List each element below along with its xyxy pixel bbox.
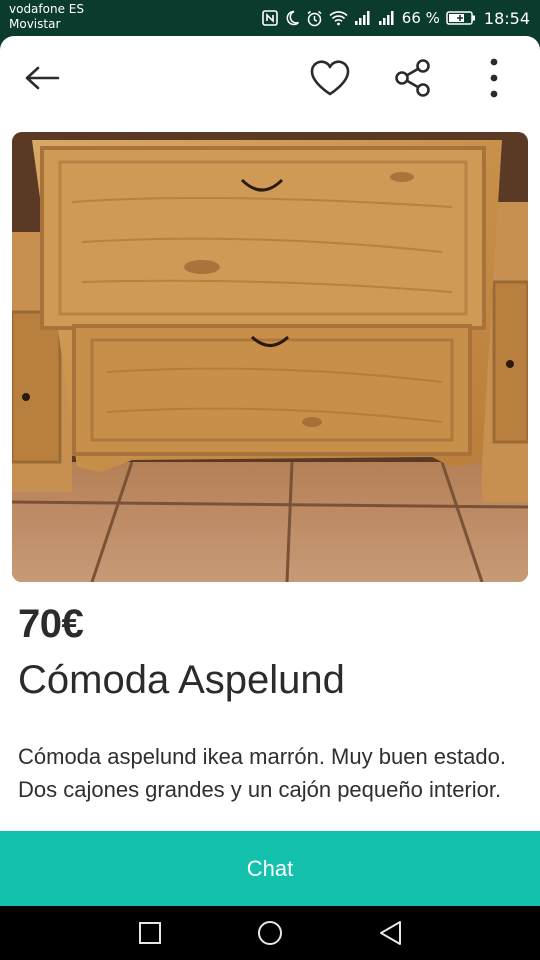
carrier-labels: vodafone ES Movistar (9, 2, 84, 32)
recents-square-icon (139, 922, 161, 944)
back-triangle-icon (380, 921, 401, 945)
product-photo[interactable] (12, 132, 528, 582)
listing-title: Cómoda Aspelund (18, 658, 345, 702)
alarm-icon (306, 10, 323, 27)
home-button[interactable] (255, 918, 285, 948)
listing-price: 70€ (18, 602, 84, 646)
chat-button[interactable]: Chat (0, 831, 540, 906)
battery-percent: 66 % (401, 9, 440, 27)
signal-icon (354, 10, 372, 26)
listing-description: Cómoda aspelund ikea marrón. Muy buen es… (18, 744, 506, 802)
system-back-button[interactable] (375, 918, 405, 948)
toolbar (0, 36, 540, 120)
wifi-icon (329, 10, 348, 26)
carrier-secondary: Movistar (9, 17, 61, 31)
share-icon (395, 59, 430, 97)
share-button[interactable] (391, 56, 435, 100)
more-vert-icon (490, 58, 498, 98)
back-arrow-icon (25, 66, 60, 90)
nfc-icon (261, 10, 278, 26)
status-bar: vodafone ES Movistar 66 % 18:54 (0, 0, 540, 36)
system-nav-bar (0, 906, 540, 960)
favorite-button[interactable] (308, 56, 352, 100)
battery-icon (446, 10, 476, 26)
moon-icon (284, 10, 300, 26)
recents-button[interactable] (135, 918, 165, 948)
signal-icon (378, 10, 396, 26)
clock: 18:54 (483, 8, 530, 28)
back-button[interactable] (20, 56, 64, 100)
more-options-button[interactable] (472, 56, 516, 100)
screen: vodafone ES Movistar 66 % 18:54 70€ Cómo… (0, 0, 540, 960)
carrier-primary: vodafone ES (9, 2, 84, 16)
status-icons: 66 % 18:54 (261, 6, 530, 30)
dresser-photo-image (12, 132, 528, 582)
home-circle-icon (258, 921, 282, 945)
heart-icon (310, 60, 350, 96)
listing-screen: 70€ Cómoda Aspelund Cómoda aspelund ikea… (0, 36, 540, 906)
